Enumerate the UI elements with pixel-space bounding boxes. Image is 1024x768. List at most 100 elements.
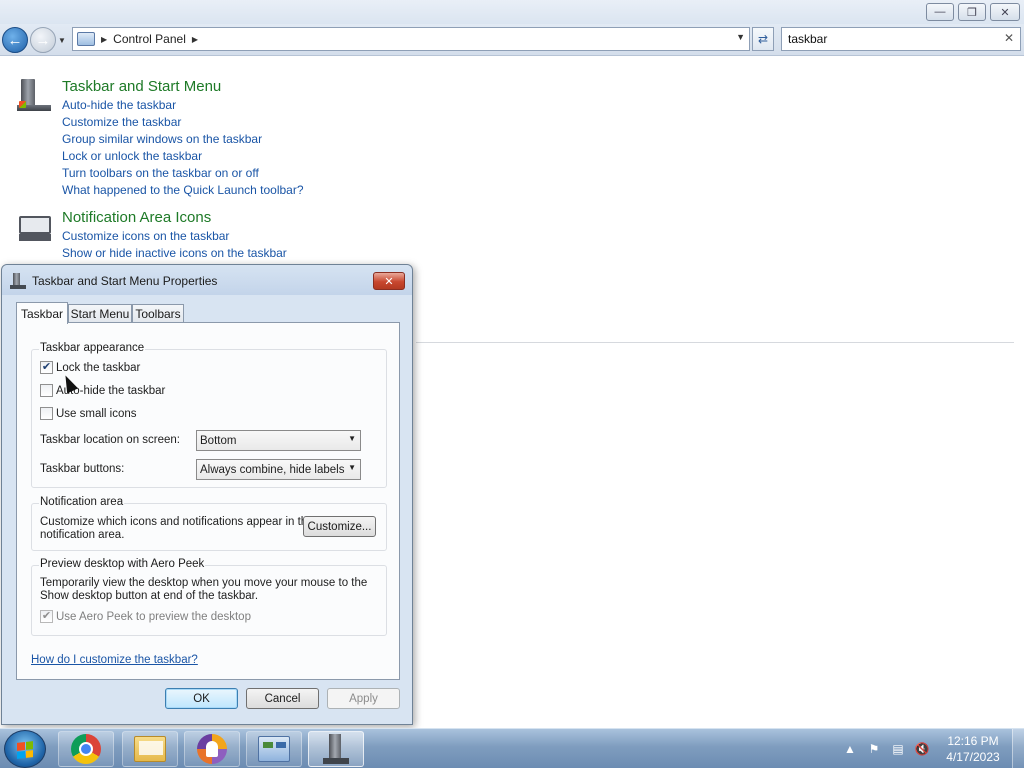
link-customize-icons-taskbar[interactable]: Customize icons on the taskbar: [62, 228, 287, 245]
lock-taskbar-option[interactable]: ✔ Lock the taskbar: [40, 361, 140, 374]
cancel-button[interactable]: Cancel: [246, 688, 319, 709]
tab-toolbars[interactable]: Toolbars: [132, 304, 184, 323]
link-show-hide-inactive-icons[interactable]: Show or hide inactive icons on the taskb…: [62, 245, 287, 262]
link-turn-toolbars-on-off[interactable]: Turn toolbars on the taskbar on or off: [62, 165, 304, 182]
tab-start-menu[interactable]: Start Menu: [68, 304, 132, 323]
breadcrumb-chevron-icon[interactable]: ▶: [101, 35, 107, 44]
dialog-close-button[interactable]: ✕: [373, 272, 405, 290]
taskbar-buttons-label: Taskbar buttons:: [40, 463, 125, 475]
aero-peek-label: Preview desktop with Aero Peek: [39, 558, 206, 570]
close-icon: ✕: [1000, 6, 1010, 19]
taskbar-appearance-label: Taskbar appearance: [39, 342, 146, 354]
notification-area-group: Notification area Customize which icons …: [31, 496, 387, 551]
breadcrumb-chevron-icon[interactable]: ▶: [192, 35, 198, 44]
auto-hide-taskbar-checkbox[interactable]: [40, 384, 53, 397]
minimize-icon: —: [934, 6, 946, 18]
tab-taskbar[interactable]: Taskbar: [16, 302, 68, 324]
search-box[interactable]: ✕: [781, 27, 1021, 51]
show-desktop-button[interactable]: [1012, 729, 1024, 768]
search-input[interactable]: [788, 32, 998, 46]
chevron-down-icon: ▼: [58, 35, 66, 45]
forward-button[interactable]: →: [30, 27, 56, 53]
notification-text-line1: Customize which icons and notifications …: [40, 516, 314, 528]
taskbar-tab-panel: Taskbar appearance ✔ Lock the taskbar Au…: [16, 322, 400, 680]
control-panel-icon: [77, 32, 95, 46]
file-explorer-taskbar-button[interactable]: [122, 731, 178, 767]
result-title-notification-area-icons[interactable]: Notification Area Icons: [62, 208, 287, 228]
taskbar-properties-icon: [10, 273, 26, 289]
customize-button[interactable]: Customize...: [303, 516, 376, 537]
clear-search-icon[interactable]: ✕: [1004, 31, 1014, 45]
windows-logo-icon: [17, 741, 33, 759]
aero-peek-group: Preview desktop with Aero Peek Temporari…: [31, 558, 387, 636]
window-titlebar: — ❐ ✕: [0, 0, 1024, 24]
link-group-similar-windows[interactable]: Group similar windows on the taskbar: [62, 131, 304, 148]
taskbar-properties-icon: [323, 734, 349, 764]
small-icons-label[interactable]: Use small icons: [56, 408, 137, 420]
aero-peek-checkbox: ✔: [40, 610, 53, 623]
control-panel-taskbar-button[interactable]: [246, 731, 302, 767]
aero-peek-text-line1: Temporarily view the desktop when you mo…: [40, 577, 368, 589]
aero-peek-description: Temporarily view the desktop when you mo…: [40, 577, 367, 603]
lock-taskbar-checkbox[interactable]: ✔: [40, 361, 53, 374]
auto-hide-taskbar-option[interactable]: Auto-hide the taskbar: [40, 384, 165, 397]
lock-taskbar-label[interactable]: Lock the taskbar: [56, 362, 140, 374]
aero-peek-text-line2: Show desktop button at end of the taskba…: [40, 590, 259, 602]
address-dropdown-icon[interactable]: ▼: [736, 32, 745, 42]
chrome-icon: [71, 734, 101, 764]
taskbar-location-value: Bottom: [200, 434, 237, 447]
taskbar-buttons-value: Always combine, hide labels: [200, 463, 345, 476]
link-lock-unlock-taskbar[interactable]: Lock or unlock the taskbar: [62, 148, 304, 165]
chevron-down-icon: ▼: [348, 463, 356, 472]
close-icon: ✕: [384, 275, 394, 288]
clock-date: 4/17/2023: [946, 750, 1000, 764]
notification-area-label: Notification area: [39, 496, 125, 508]
keepass-taskbar-button[interactable]: [184, 731, 240, 767]
help-customize-taskbar-link[interactable]: How do I customize the taskbar?: [31, 654, 198, 666]
control-panel-icon: [258, 736, 290, 762]
forward-arrow-icon: →: [35, 31, 51, 49]
network-icon[interactable]: ▤: [890, 742, 906, 756]
section-divider: [416, 342, 1014, 343]
notification-area-icon: [19, 216, 51, 242]
link-quick-launch-toolbar[interactable]: What happened to the Quick Launch toolba…: [62, 182, 304, 199]
taskbar-buttons-select[interactable]: Always combine, hide labels ▼: [196, 459, 361, 480]
dialog-titlebar[interactable]: Taskbar and Start Menu Properties ✕: [2, 265, 412, 295]
result-taskbar-start-menu: Taskbar and Start Menu Auto-hide the tas…: [62, 77, 304, 199]
chevron-down-icon: ▼: [348, 434, 356, 443]
action-center-flag-icon[interactable]: ⚑: [866, 742, 882, 756]
taskbar-location-select[interactable]: Bottom ▼: [196, 430, 361, 451]
refresh-button[interactable]: ⇄: [752, 27, 774, 51]
ok-button[interactable]: OK: [165, 688, 238, 709]
back-arrow-icon: ←: [7, 31, 23, 49]
apply-button[interactable]: Apply: [327, 688, 400, 709]
link-auto-hide-taskbar[interactable]: Auto-hide the taskbar: [62, 97, 304, 114]
taskbar-properties-dialog: Taskbar and Start Menu Properties ✕ Task…: [1, 264, 413, 725]
taskbar-appearance-group: Taskbar appearance ✔ Lock the taskbar Au…: [31, 342, 387, 488]
start-button[interactable]: [4, 730, 46, 768]
breadcrumb-control-panel[interactable]: Control Panel: [113, 32, 186, 46]
back-button[interactable]: ←: [2, 27, 28, 53]
result-title-taskbar-start-menu[interactable]: Taskbar and Start Menu: [62, 77, 304, 97]
small-icons-checkbox[interactable]: [40, 407, 53, 420]
volume-muted-icon[interactable]: 🔇: [914, 742, 930, 756]
restore-icon: ❐: [967, 6, 977, 19]
navigation-bar: ← → ▼ ▶ Control Panel ▶ ▼ ⇄ ✕: [0, 24, 1024, 56]
system-clock[interactable]: 12:16 PM 4/17/2023: [942, 733, 1004, 765]
show-hidden-icons-icon[interactable]: ▲: [842, 742, 858, 756]
chrome-taskbar-button[interactable]: [58, 731, 114, 767]
link-customize-taskbar[interactable]: Customize the taskbar: [62, 114, 304, 131]
notification-area-description: Customize which icons and notifications …: [40, 516, 314, 542]
minimize-button[interactable]: —: [926, 3, 954, 21]
recent-pages-dropdown[interactable]: ▼: [57, 33, 67, 47]
small-icons-option[interactable]: Use small icons: [40, 407, 137, 420]
result-notification-area-icons: Notification Area Icons Customize icons …: [62, 208, 287, 262]
taskbar-properties-taskbar-button[interactable]: [308, 731, 364, 767]
aero-peek-checkbox-label: Use Aero Peek to preview the desktop: [56, 610, 251, 623]
restore-button[interactable]: ❐: [958, 3, 986, 21]
system-tray: ▲ ⚑ ▤ 🔇: [842, 739, 930, 759]
close-window-button[interactable]: ✕: [990, 3, 1020, 21]
keepass-icon: [197, 734, 227, 764]
address-bar[interactable]: ▶ Control Panel ▶ ▼: [72, 27, 750, 51]
aero-peek-option: ✔ Use Aero Peek to preview the desktop: [40, 610, 251, 623]
